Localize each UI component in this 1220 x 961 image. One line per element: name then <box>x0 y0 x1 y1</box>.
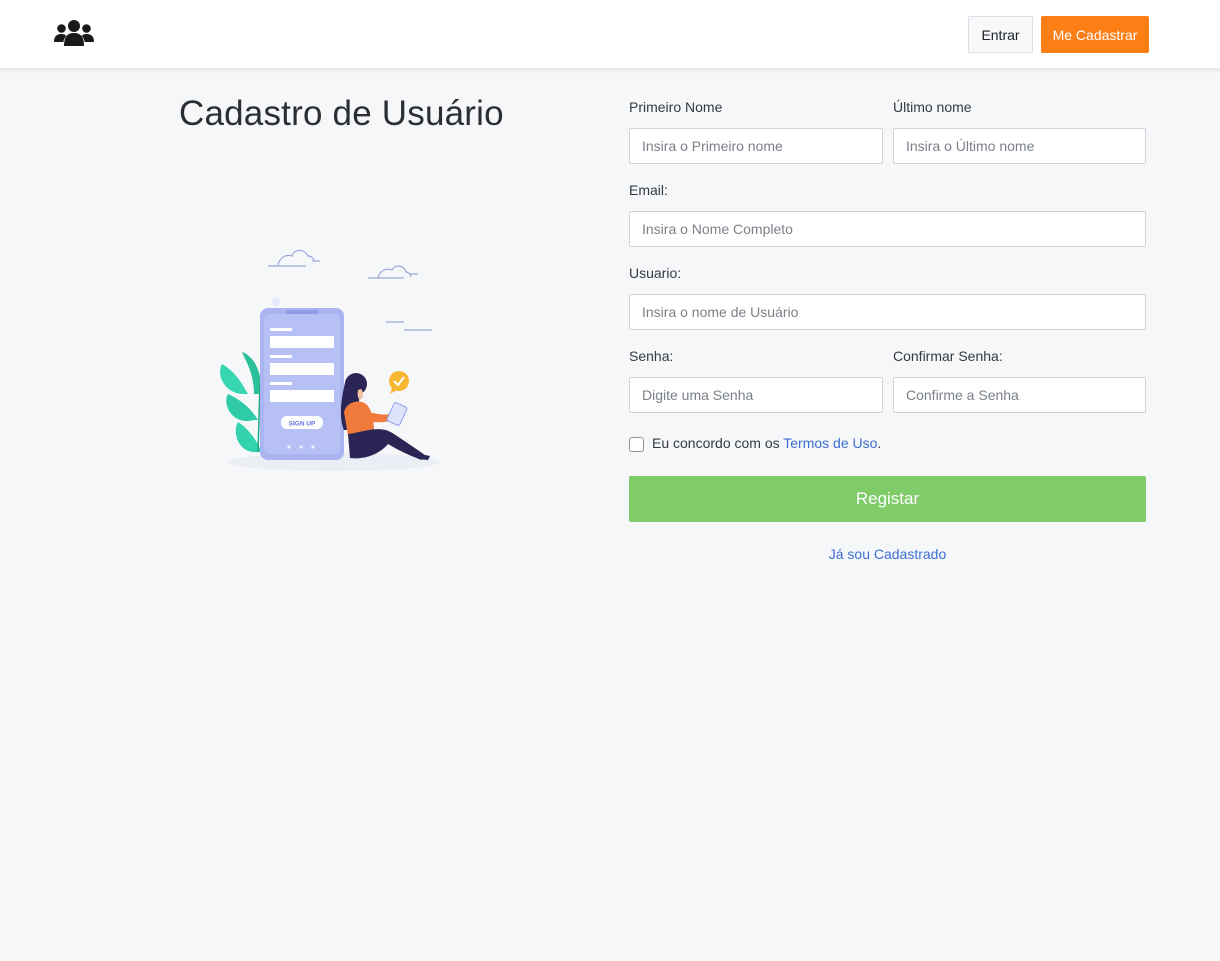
users-icon[interactable] <box>54 19 94 47</box>
password-input[interactable] <box>629 377 883 413</box>
password-label: Senha: <box>629 348 674 364</box>
already-registered-link[interactable]: Já sou Cadastrado <box>629 546 1146 562</box>
terms-prefix: Eu concordo com os <box>652 435 784 451</box>
email-label: Email: <box>629 182 668 198</box>
register-button[interactable]: Registar <box>629 476 1146 522</box>
last-name-input[interactable] <box>893 128 1146 164</box>
terms-suffix: . <box>877 435 882 451</box>
confirm-password-input[interactable] <box>893 377 1146 413</box>
navbar: Entrar Me Cadastrar <box>0 0 1220 69</box>
first-name-label: Primeiro Nome <box>629 99 723 115</box>
illustration-signup-text: SIGN UP <box>289 421 316 428</box>
username-label: Usuario: <box>629 265 682 281</box>
last-name-label: Último nome <box>893 99 972 115</box>
username-input[interactable] <box>629 294 1146 330</box>
terms-checkbox[interactable] <box>629 437 644 452</box>
confirm-password-label: Confirmar Senha: <box>893 348 1003 364</box>
first-name-input[interactable] <box>629 128 883 164</box>
login-button[interactable]: Entrar <box>968 16 1033 53</box>
terms-link[interactable]: Termos de Uso <box>783 435 877 451</box>
signup-button[interactable]: Me Cadastrar <box>1041 16 1149 53</box>
terms-text: Eu concordo com os Termos de Uso. <box>652 435 881 451</box>
page-title: Cadastro de Usuário <box>179 94 504 133</box>
email-input[interactable] <box>629 211 1146 247</box>
signup-illustration: SIGN UP <box>214 244 450 476</box>
